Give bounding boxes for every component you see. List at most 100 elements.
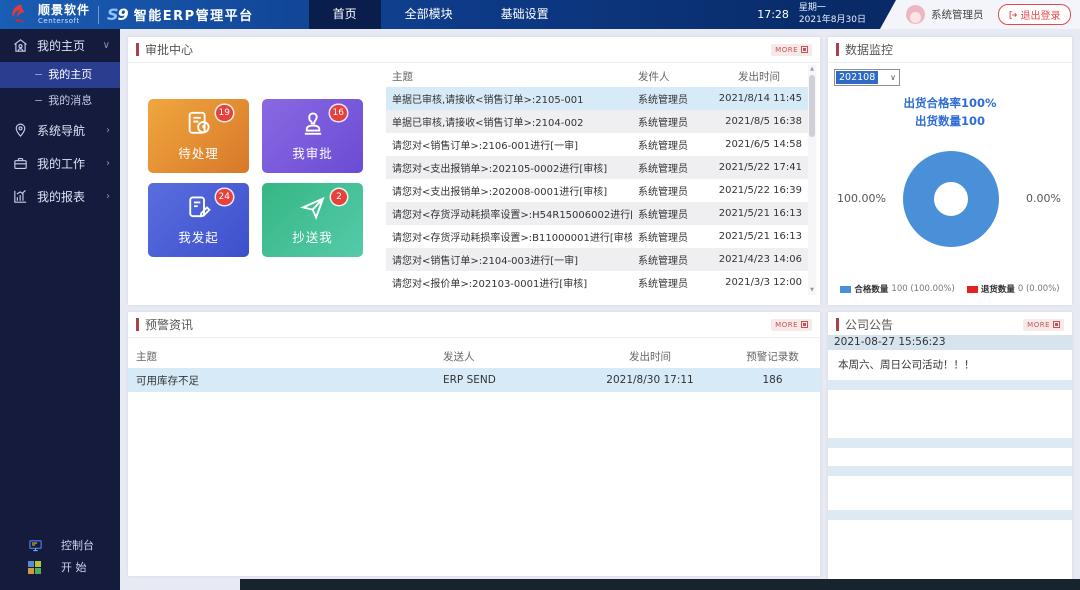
more-icon	[801, 46, 808, 53]
alert-row[interactable]: 可用库存不足 ERP SEND 2021/8/30 17:11 186	[128, 368, 820, 392]
announcements-more-button[interactable]: MORE	[1023, 319, 1064, 331]
legend-swatch-blue	[840, 286, 851, 293]
table-row[interactable]: 单据已审核,请接收<销售订单>:2104-002系统管理员2021/8/5 16…	[386, 110, 810, 133]
sidebar: 我的主页 ∨ −我的主页 −我的消息 系统导航 › 我的工作 › 我的报表 › …	[0, 29, 120, 590]
tab-basic-settings[interactable]: 基础设置	[477, 0, 573, 29]
announcements-panel: 公司公告 MORE 2021-08-27 15:56:23 本周六、周日公司活动…	[828, 312, 1072, 584]
panel-title: 审批中心	[145, 41, 193, 58]
badge-count: 16	[330, 105, 347, 121]
sidebar-item-my-home[interactable]: 我的主页 ∨	[0, 29, 120, 62]
scroll-down-icon[interactable]: ▼	[808, 286, 816, 295]
empty-announcement-strip	[828, 380, 1072, 390]
briefcase-icon	[12, 155, 29, 172]
sidebar-bottom: 控制台 开 始	[0, 534, 120, 578]
alerts-more-button[interactable]: MORE	[771, 319, 812, 331]
logout-button[interactable]: 退出登录	[998, 4, 1071, 25]
table-row[interactable]: 请您对<销售订单>:2104-003进行[一审]系统管理员2021/4/23 1…	[386, 248, 810, 271]
tile-label: 抄送我	[262, 227, 363, 246]
table-row[interactable]: 请您对<支出报销单>:202008-0001进行[审核]系统管理员2021/5/…	[386, 179, 810, 202]
tile-cc-to-me[interactable]: 抄送我 2	[262, 183, 363, 257]
tile-pending[interactable]: 待处理 19	[148, 99, 249, 173]
sidebar-item-label: 系统导航	[37, 122, 85, 139]
start-label: 开 始	[61, 559, 87, 575]
table-row[interactable]: 单据已审核,请接收<销售订单>:2105-001系统管理员2021/8/14 1…	[386, 87, 810, 110]
accent-bar	[136, 318, 139, 331]
sidebar-item-label: 我的工作	[37, 155, 85, 172]
table-row[interactable]: 请您对<存货浮动耗损率设置>:B11000001进行[审核]系统管理员2021/…	[386, 225, 810, 248]
legend-item-pass: 合格数量 100 (100.00%)	[840, 283, 954, 295]
logo-divider	[98, 6, 99, 24]
start-icon	[28, 561, 41, 574]
logout-label: 退出登录	[1021, 7, 1061, 22]
sidebar-item-label: 我的主页	[37, 37, 85, 54]
approval-table: 主题 发件人 发出时间 单据已审核,请接收<销售订单>:2105-001系统管理…	[386, 65, 810, 294]
approval-panel-header: 审批中心 MORE	[128, 37, 820, 63]
tab-all-modules[interactable]: 全部模块	[381, 0, 477, 29]
scrollbar-thumb[interactable]	[809, 75, 815, 137]
monitor-panel-header: 数据监控	[828, 37, 1072, 63]
period-value: 202108	[836, 71, 878, 84]
table-row[interactable]: 请您对<销售订单>:2106-001进行[一审]系统管理员2021/6/5 14…	[386, 133, 810, 156]
sidebar-item-label: 我的报表	[37, 188, 85, 205]
approval-table-header: 主题 发件人 发出时间	[386, 65, 810, 87]
logout-icon	[1008, 10, 1018, 20]
legend-item-return: 退货数量 0 (0.00%)	[967, 283, 1060, 295]
panel-title: 数据监控	[845, 41, 893, 58]
table-row[interactable]: 请您对<支出报销单>:202105-0002进行[审核]系统管理员2021/5/…	[386, 156, 810, 179]
alerts-panel-header: 预警资讯 MORE	[128, 312, 820, 338]
swirl-logo-icon	[8, 3, 32, 27]
approval-tiles: 待处理 19 我审批 16 我发起 24	[148, 99, 364, 257]
announcement-text: 本周六、周日公司活动！！！	[828, 350, 1072, 379]
chevron-right-icon: ›	[106, 158, 110, 169]
chart-label-right: 0.00%	[1026, 192, 1061, 205]
top-nav: 首页 全部模块 基础设置	[309, 0, 573, 29]
chevron-down-icon: ∨	[103, 40, 110, 51]
accent-bar	[836, 318, 839, 331]
monitor-stats: 出货合格率100% 出货数量100	[828, 95, 1072, 131]
panel-title: 公司公告	[845, 316, 893, 333]
pending-doc-icon	[184, 109, 214, 139]
badge-count: 2	[331, 189, 347, 205]
start-button[interactable]: 开 始	[0, 556, 120, 578]
chevron-down-icon: ∨	[890, 73, 896, 82]
more-icon	[1053, 321, 1060, 328]
tile-initiated-by-me[interactable]: 我发起 24	[148, 183, 249, 257]
location-pin-icon	[12, 122, 29, 139]
announcement-timestamp[interactable]: 2021-08-27 15:56:23	[828, 335, 1072, 350]
date-text: 2021年8月30日	[799, 15, 866, 26]
top-bar: 顺景软件 Centersoft S9 智能ERP管理平台 首页 全部模块 基础设…	[0, 0, 1080, 29]
data-monitor-panel: 数据监控 202108 ∨ 出货合格率100% 出货数量100 100.00% …	[828, 37, 1072, 305]
tile-label: 待处理	[148, 143, 249, 162]
scroll-up-icon[interactable]: ▲	[808, 65, 816, 74]
empty-announcement-strip	[828, 466, 1072, 476]
chevron-right-icon: ›	[106, 125, 110, 136]
tile-my-approvals[interactable]: 我审批 16	[262, 99, 363, 173]
badge-count: 19	[216, 105, 233, 121]
sidebar-item-my-reports[interactable]: 我的报表 ›	[0, 180, 120, 213]
chevron-right-icon: ›	[106, 191, 110, 202]
empty-announcement-strip	[828, 510, 1072, 520]
badge-count: 24	[216, 189, 233, 205]
table-row[interactable]: 请您对<存货浮动耗损率设置>:H54R15006002进行[审核]系统管理员20…	[386, 202, 810, 225]
table-row[interactable]: 请您对<报价单>:202103-0001进行[审核]系统管理员2021/3/3 …	[386, 271, 810, 294]
user-avatar[interactable]	[906, 5, 925, 24]
pass-rate-text: 出货合格率100%	[828, 95, 1072, 113]
date-display: 星期一 2021年8月30日	[799, 3, 866, 26]
alerts-panel: 预警资讯 MORE 主题 发送人 发出时间 预警记录数 可用库存不足 ERP S…	[128, 312, 820, 576]
tile-label: 我发起	[148, 227, 249, 246]
console-button[interactable]: 控制台	[0, 534, 120, 556]
table-scrollbar[interactable]: ▲ ▼	[808, 65, 816, 295]
sidebar-subitem-my-home[interactable]: −我的主页	[0, 62, 120, 88]
accent-bar	[836, 43, 839, 56]
approval-center-panel: 审批中心 MORE 待处理 19 我审批 16	[128, 37, 820, 305]
sidebar-item-my-work[interactable]: 我的工作 ›	[0, 147, 120, 180]
legend-swatch-red	[967, 286, 978, 293]
sidebar-item-system-nav[interactable]: 系统导航 ›	[0, 114, 120, 147]
period-select[interactable]: 202108 ∨	[834, 69, 900, 86]
approval-more-button[interactable]: MORE	[771, 44, 812, 56]
home-icon	[12, 37, 29, 54]
console-monitor-icon	[28, 538, 43, 553]
sidebar-subitem-my-messages[interactable]: −我的消息	[0, 88, 120, 114]
tab-home[interactable]: 首页	[309, 0, 381, 29]
chart-label-left: 100.00%	[837, 192, 886, 205]
